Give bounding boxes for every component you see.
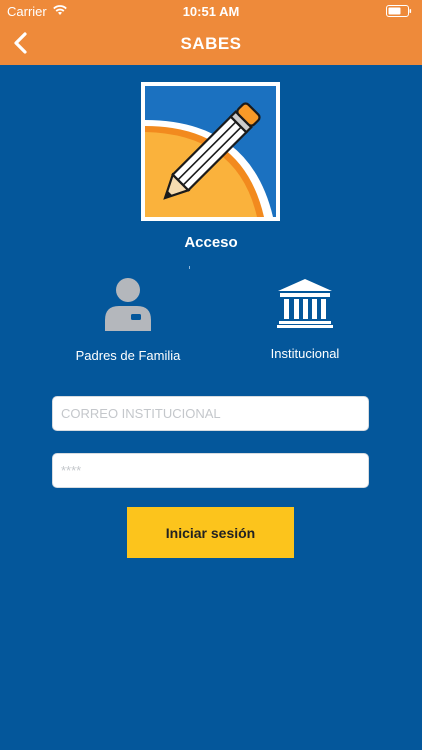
- user-type-parents-option[interactable]: Padres de Familia: [48, 272, 208, 368]
- pencil-logo-icon: [145, 86, 276, 217]
- person-icon: [105, 278, 151, 331]
- page-title: SABES: [180, 34, 242, 53]
- app-logo: [141, 82, 280, 221]
- user-type-institutional-label: Institucional: [270, 346, 340, 361]
- institution-icon: [277, 279, 333, 328]
- battery-icon: [386, 5, 412, 17]
- section-title: Acceso: [184, 234, 238, 251]
- status-bar: Carrier 10:51 AM: [0, 0, 422, 22]
- email-input[interactable]: [52, 396, 369, 431]
- navigation-bar: SABES: [0, 22, 422, 65]
- password-input[interactable]: [52, 453, 369, 488]
- user-type-parents-label: Padres de Familia: [75, 348, 181, 363]
- user-type-institutional-option[interactable]: Institucional: [225, 272, 385, 368]
- divider-mark: [189, 266, 190, 269]
- login-button[interactable]: Iniciar sesión: [127, 507, 294, 558]
- status-time: 10:51 AM: [182, 4, 240, 19]
